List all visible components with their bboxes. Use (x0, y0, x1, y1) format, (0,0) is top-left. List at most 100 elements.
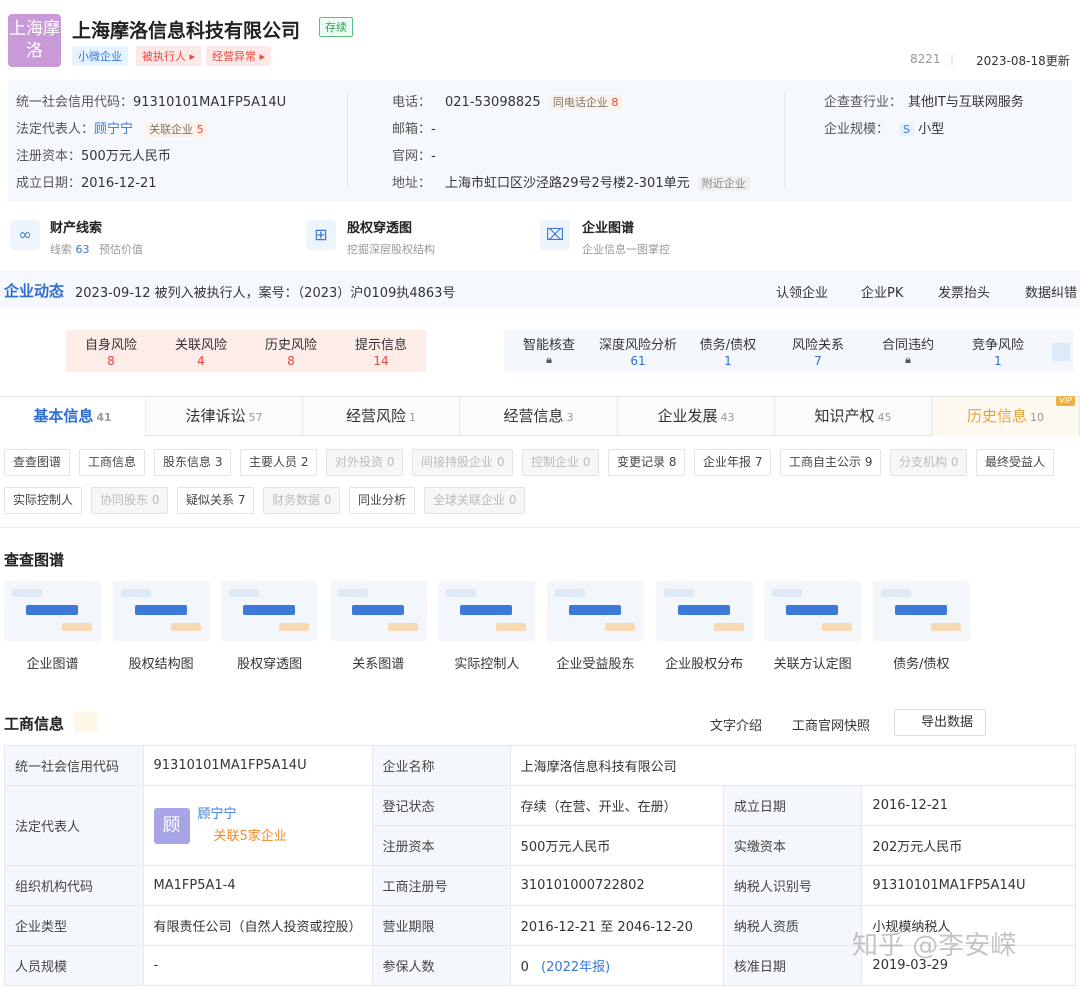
tab-2[interactable]: 经营风险 1 (303, 397, 460, 436)
risk-label[interactable]: 竞争风险 (953, 334, 1043, 353)
chip-chips_row1-6: 控制企业 0 (522, 449, 600, 476)
graph-label[interactable]: 关联方认定图 (764, 653, 861, 672)
risk-label[interactable]: 智能核查 (504, 334, 594, 353)
risk-count[interactable]: 14 (336, 354, 426, 368)
founded-row: 成立日期：2016-12-21 (16, 176, 157, 191)
graph-label[interactable]: 关系图谱 (330, 653, 427, 672)
graph-label[interactable]: 实际控制人 (438, 653, 535, 672)
feature-sub: 企业信息一图掌控 (582, 243, 670, 256)
invoice-link[interactable]: 发票抬头 (938, 282, 990, 301)
text-intro-link[interactable]: 文字介绍 (710, 715, 762, 734)
chip-chips_row1-9[interactable]: 工商自主公示 9 (780, 449, 882, 476)
legal-rep-link[interactable]: 顾宁宁 (94, 122, 133, 137)
snapshot-link[interactable]: 工商官网快照 (792, 715, 870, 734)
thumb-node (62, 623, 92, 631)
export-button[interactable]: 导出数据 (894, 709, 987, 736)
graph-thumbnail[interactable] (438, 581, 536, 641)
chip-chips_row1-7[interactable]: 变更记录 8 (608, 449, 686, 476)
org-icon: ⊞ (306, 220, 336, 250)
graph-thumbnail[interactable] (221, 581, 319, 641)
risk-label[interactable]: 合同违约 (863, 334, 953, 353)
tab-5[interactable]: 知识产权 45 (775, 397, 932, 436)
feature-title[interactable]: 企业图谱 (582, 217, 634, 236)
graph-label[interactable]: 企业图谱 (4, 653, 101, 672)
graph-thumbnail[interactable] (655, 581, 753, 641)
graph-label[interactable]: 债务/债权 (873, 653, 970, 672)
chip-chips_row1-0[interactable]: 查查图谱 (4, 449, 71, 476)
graph-label[interactable]: 企业受益股东 (547, 653, 644, 672)
table-cell: 0 (2022年报) (509, 945, 724, 986)
graph-label[interactable]: 股权结构图 (113, 653, 210, 672)
graph-label[interactable]: 股权穿透图 (221, 653, 318, 672)
risk-label[interactable]: 关联风险 (156, 334, 246, 353)
chip-chips_row2-0[interactable]: 实际控制人 (4, 487, 83, 514)
tag-executed[interactable]: 被执行人 ▸ (136, 46, 202, 66)
thumb-node (279, 623, 310, 631)
company-name: 上海摩洛信息科技有限公司 (72, 20, 301, 42)
chip-chips_row1-8[interactable]: 企业年报 7 (694, 449, 772, 476)
graph-thumbnail[interactable] (872, 581, 970, 641)
tab-3[interactable]: 经营信息 3 (460, 397, 618, 436)
risk-label[interactable]: 自身风险 (66, 334, 156, 353)
legal-name-link[interactable]: 顾宁宁 (198, 804, 287, 826)
risk-count[interactable]: 8 (66, 354, 156, 368)
graph-thumbnail[interactable] (4, 581, 101, 641)
tag-small-enterprise[interactable]: 小微企业 (72, 46, 128, 66)
chip-chips_row1-4: 对外投资 0 (326, 449, 404, 476)
graph-label[interactable]: 企业股权分布 (656, 653, 753, 672)
news-text[interactable]: 2023-09-12 被列入被执行人，案号：（2023）沪0109执4863号 (75, 282, 455, 301)
risk-count[interactable]: 1 (683, 354, 773, 368)
capital-row: 注册资本：500万元人民币 (16, 149, 171, 164)
thumb-node (337, 589, 368, 597)
risk-label[interactable]: 债务/债权 (683, 334, 773, 353)
thumb-node (772, 589, 803, 597)
status-badge: 存续 (319, 17, 353, 37)
tab-0[interactable]: 基本信息 41 (0, 397, 146, 436)
risk-count[interactable]: 7 (773, 354, 863, 368)
risk-count[interactable]: 61 (593, 354, 683, 368)
tab-4[interactable]: 企业发展 43 (618, 397, 775, 436)
collapse-icon[interactable] (1052, 343, 1070, 361)
legal-related-link[interactable]: 关联5家企业 (214, 826, 287, 848)
table-cell: 上海摩洛信息科技有限公司 (509, 745, 1077, 786)
claim-link[interactable]: 认领企业 (776, 282, 828, 301)
risk-count[interactable]: 1 (953, 354, 1043, 368)
table-cell: 2016-12-21 至 2046-12-20 (509, 905, 724, 946)
thumb-node (894, 605, 947, 615)
chip-chips_row2-5: 全球关联企业 0 (424, 487, 526, 514)
risk-count[interactable]: 8 (246, 354, 336, 368)
risk-label[interactable]: 深度风险分析 (593, 334, 683, 353)
same-phone-tag[interactable]: 同电话企业 8 (548, 95, 623, 110)
table-cell: - (142, 945, 373, 986)
graph-thumbnail[interactable] (112, 581, 210, 641)
lock-icon: 🔒︎ (546, 353, 552, 366)
annual-report-link[interactable]: (2022年报) (541, 960, 610, 975)
chip-chips_row2-4[interactable]: 同业分析 (349, 487, 416, 514)
chip-chips_row2-2[interactable]: 疑似关系 7 (177, 487, 255, 514)
risk-label[interactable]: 历史风险 (246, 334, 336, 353)
nearby-tag[interactable]: 附近企业 (697, 176, 750, 191)
email-row: 邮箱：- (392, 122, 436, 137)
graph-thumbnail[interactable] (547, 581, 644, 641)
graph-thumbnail[interactable] (329, 581, 427, 641)
risk-count[interactable]: 4 (156, 354, 246, 368)
pk-link[interactable]: 企业PK (861, 282, 903, 301)
tab-1[interactable]: 法律诉讼 57 (146, 397, 303, 436)
legal-rep-cell: 顾 顾宁宁 关联5家企业 (142, 785, 373, 866)
chip-chips_row1-2[interactable]: 股东信息 3 (154, 449, 232, 476)
update-date: 2023-08-18更新 (976, 54, 1070, 68)
table-cell: 500万元人民币 (509, 825, 724, 866)
thumb-node (555, 589, 585, 597)
chip-chips_row1-3[interactable]: 主要人员 2 (240, 449, 318, 476)
related-tag[interactable]: 关联企业 5 (145, 122, 208, 137)
correct-link[interactable]: 数据纠错 (1025, 282, 1077, 301)
graph-thumbnail[interactable] (764, 581, 862, 641)
tag-abnormal[interactable]: 经营异常 ▸ (206, 46, 272, 66)
risk-label[interactable]: 提示信息 (336, 334, 426, 353)
chip-chips_row1-1[interactable]: 工商信息 (79, 449, 146, 476)
chip-chips_row1-11[interactable]: 最终受益人 (976, 449, 1055, 476)
feature-title[interactable]: 股权穿透图 (347, 217, 412, 236)
risk-label[interactable]: 风险关系 (773, 334, 863, 353)
feature-title[interactable]: 财产线索 (50, 217, 102, 236)
tab-6[interactable]: 历史信息 10 VIP (932, 396, 1080, 436)
